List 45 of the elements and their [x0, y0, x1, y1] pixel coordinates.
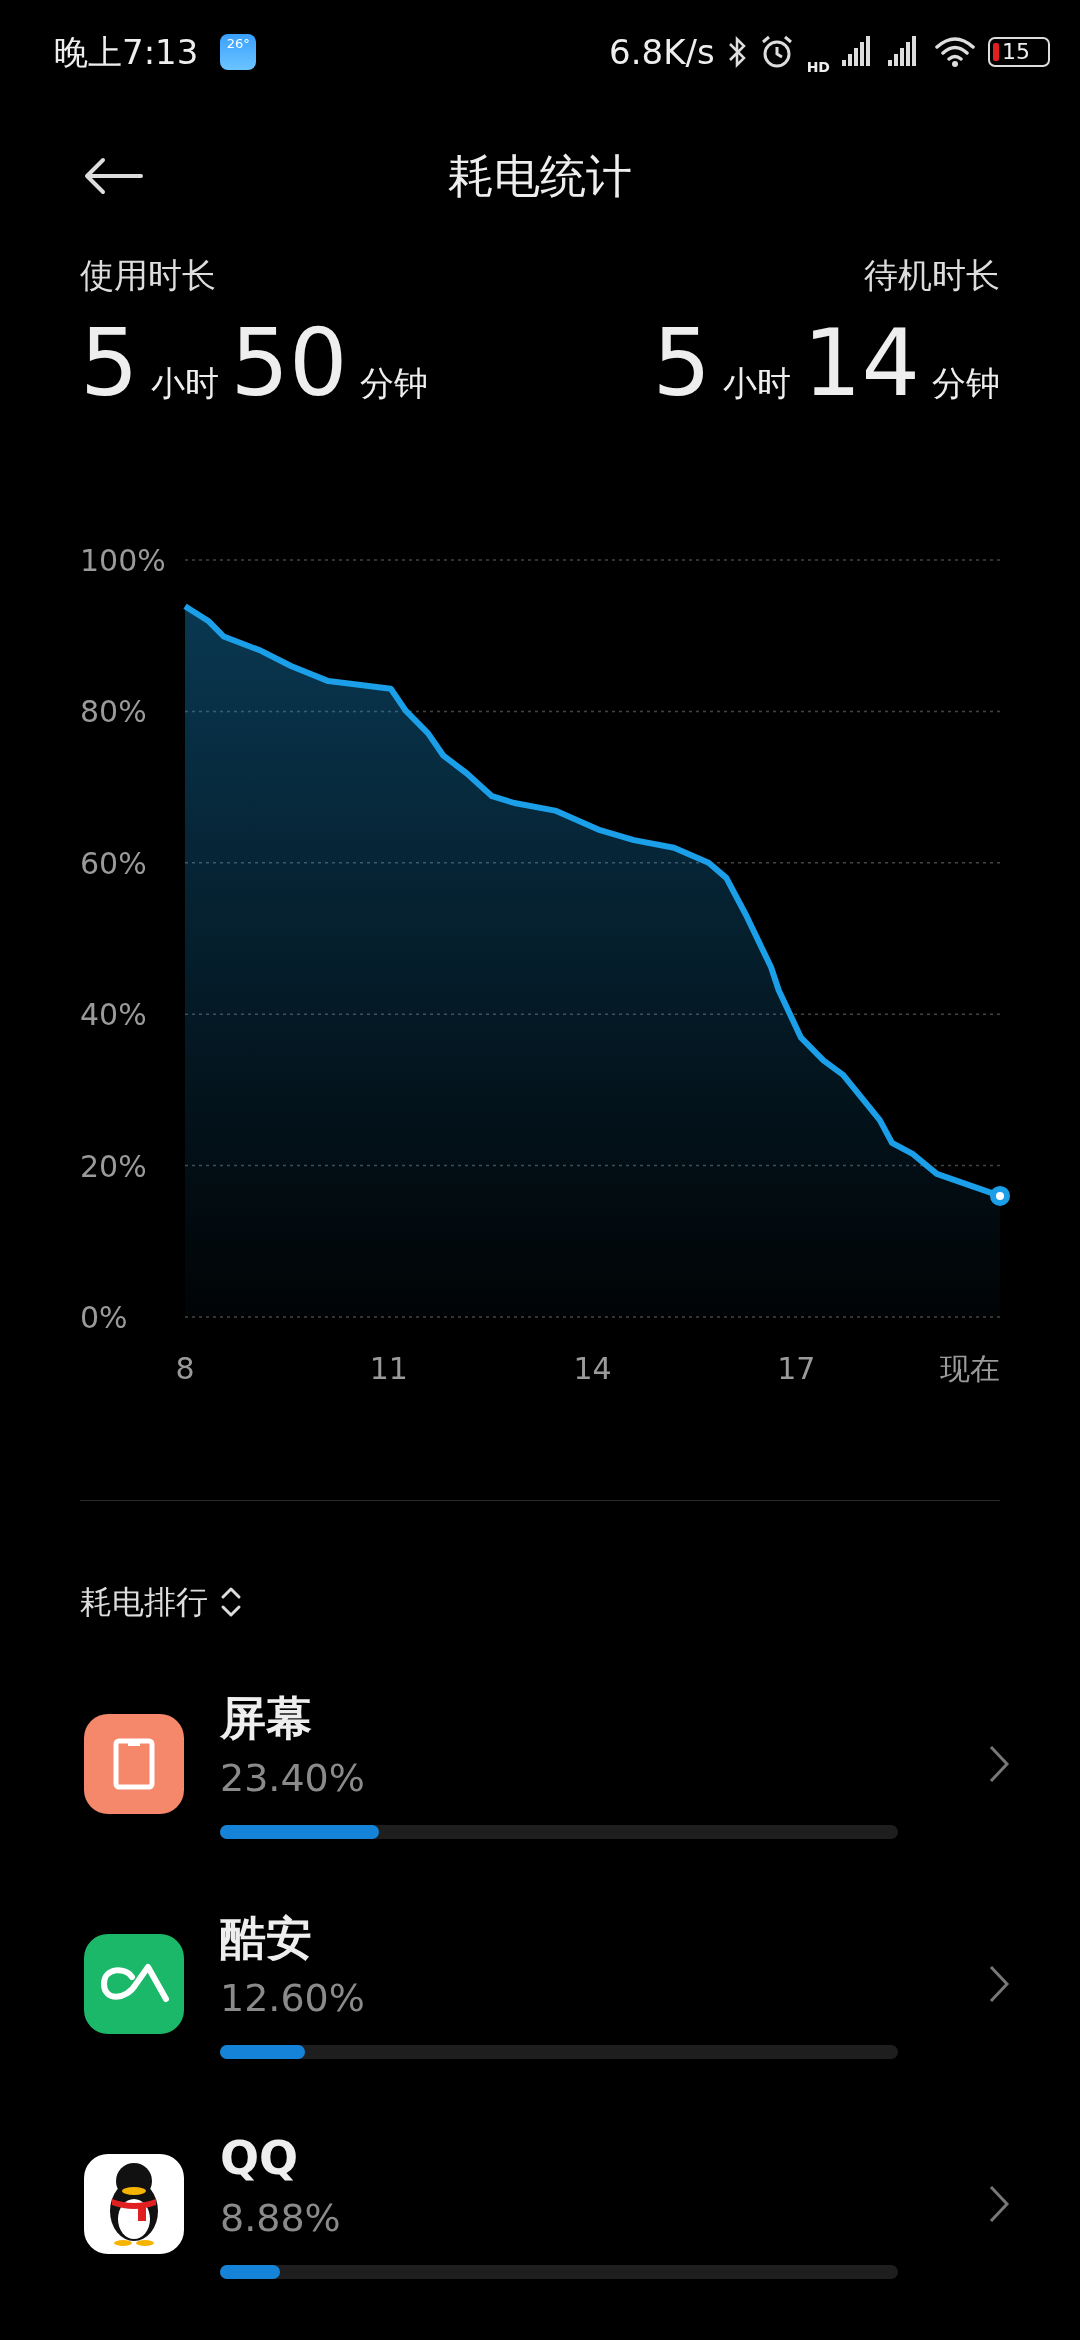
- stat-unit: 小时: [150, 366, 219, 400]
- item-name: QQ: [220, 2135, 300, 2181]
- stat-unit: 小时: [722, 366, 791, 400]
- axis-label: 8: [175, 1351, 195, 1386]
- axis-label: 40%: [80, 997, 147, 1033]
- clock: 晚上7:13: [54, 35, 199, 69]
- chevron-right-icon[interactable]: [988, 1964, 1010, 2004]
- weather-icon: 26°: [220, 34, 257, 70]
- axis-label: 11: [369, 1351, 408, 1386]
- stat-number: 5: [652, 318, 711, 410]
- stat-number: 14: [802, 318, 920, 410]
- page-title: 耗电统计: [448, 148, 632, 205]
- stat-label: 使用时长: [80, 258, 216, 292]
- chevron-right-icon[interactable]: [988, 1744, 1010, 1784]
- axis-label: 60%: [80, 845, 147, 881]
- signal-icon: [842, 36, 872, 68]
- item-percent: 23.40%: [220, 1759, 366, 1797]
- axis-label: 80%: [80, 694, 147, 730]
- stat-unit: 分钟: [932, 366, 1000, 400]
- bluetooth-icon: [726, 35, 747, 69]
- wifi-icon: [934, 35, 976, 69]
- item-name: 屏幕: [220, 1695, 313, 1741]
- stat-unit: 分钟: [359, 366, 428, 400]
- axis-label: 现在: [940, 1351, 1000, 1386]
- axis-label: 20%: [80, 1148, 147, 1184]
- axis-label: 14: [573, 1351, 612, 1386]
- network-speed: 6.8K/s: [609, 35, 715, 69]
- axis-label: 17: [777, 1351, 816, 1386]
- penguin-app-icon: [84, 2154, 184, 2254]
- section-title: 耗电排行: [80, 1586, 208, 1618]
- item-percent: 12.60%: [220, 1979, 366, 2017]
- axis-label: 100%: [80, 543, 166, 578]
- tablet-app-icon: [84, 1714, 184, 1814]
- item-percent: 8.88%: [220, 2199, 342, 2237]
- stat-number: 5: [80, 318, 139, 410]
- battery-icon: 15: [988, 37, 1050, 67]
- axis-label: 0%: [80, 1300, 128, 1335]
- stat-label: 待机时长: [864, 258, 1000, 292]
- hd-label: HD: [806, 60, 830, 74]
- loop-app-icon: [84, 1934, 184, 2034]
- chevron-right-icon[interactable]: [988, 2184, 1010, 2224]
- current-point-marker: [990, 1185, 1010, 1206]
- stat-number: 50: [230, 318, 348, 410]
- sort-toggle-icon[interactable]: [220, 1585, 242, 1619]
- item-name: 酷安: [220, 1915, 313, 1961]
